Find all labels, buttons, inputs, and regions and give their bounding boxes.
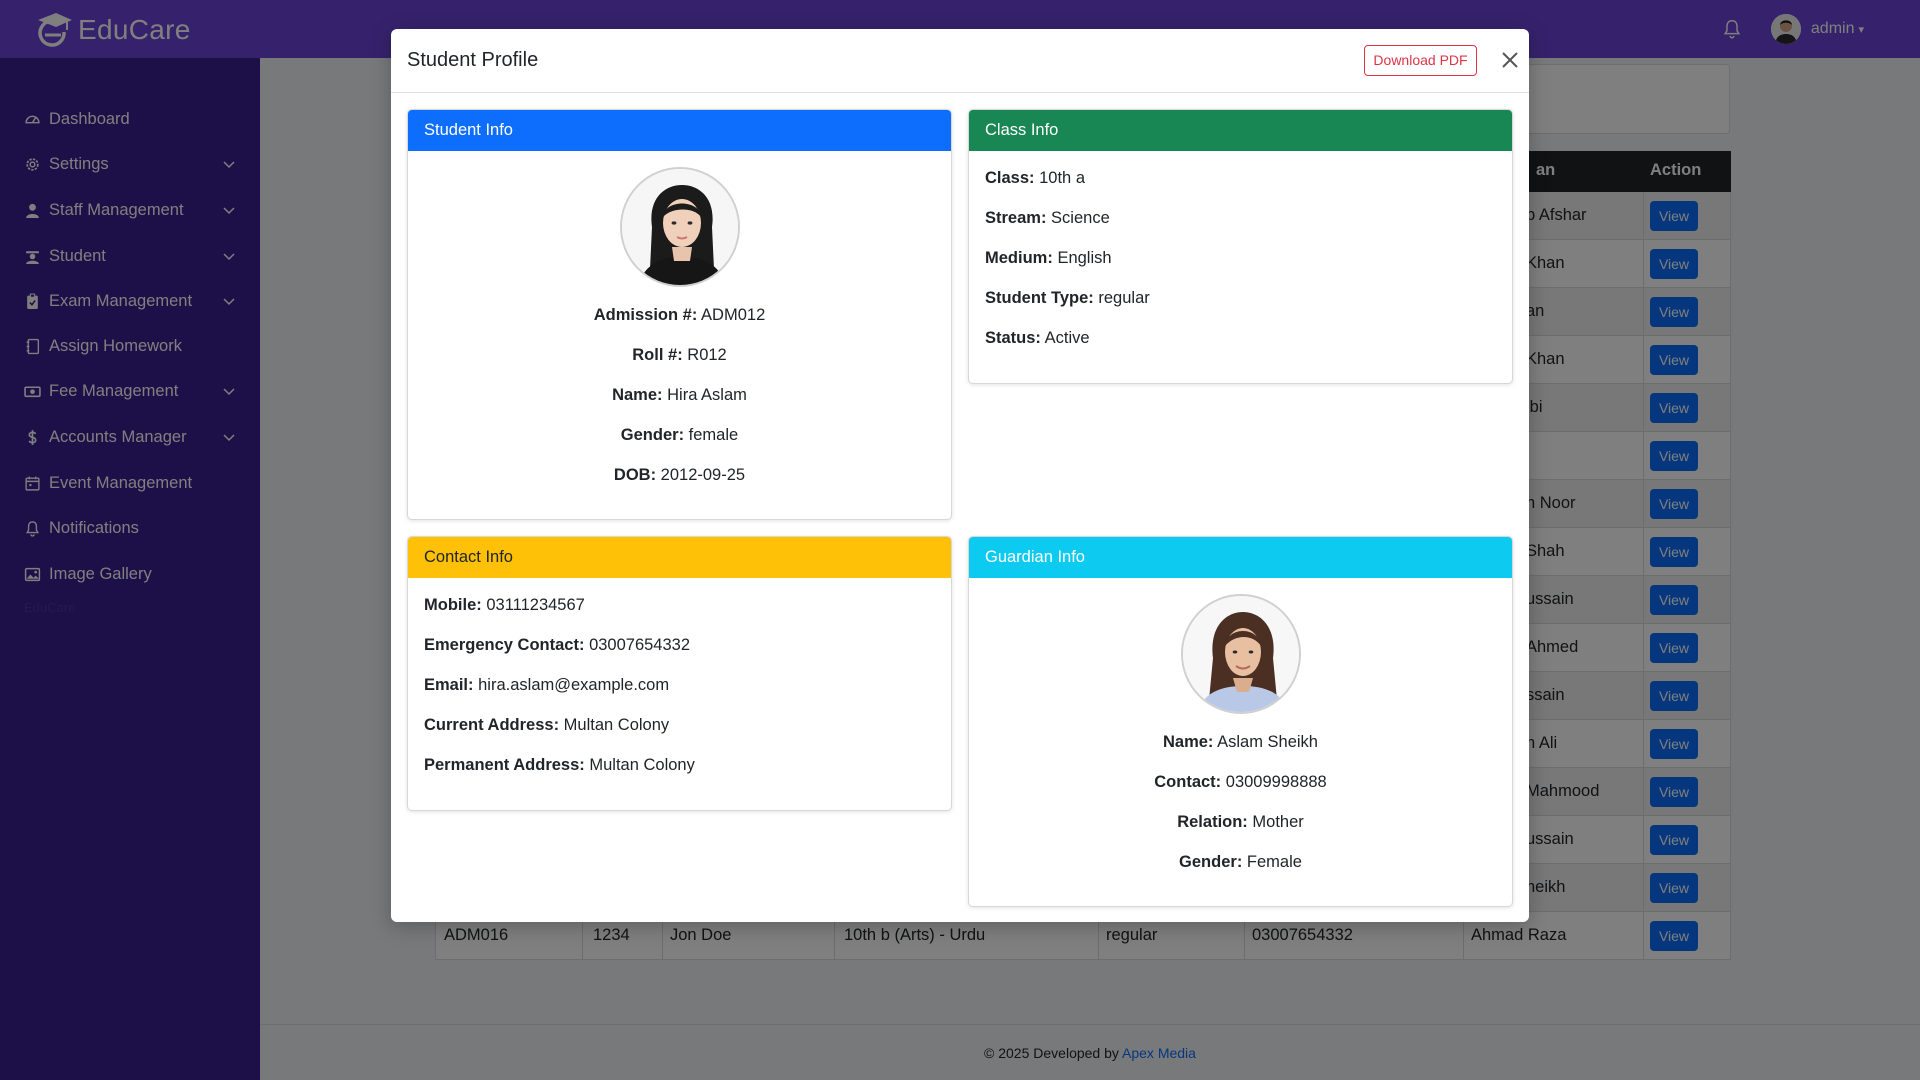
email-value: Email: hira.aslam@example.com (424, 676, 670, 694)
class-info-card: Class Info Class: 10th a Stream: Science… (968, 109, 1513, 384)
student-photo (620, 167, 740, 287)
guardian-photo (1181, 594, 1301, 714)
admission-number: Admission #: ADM012 (593, 306, 766, 324)
guardian-contact: Contact: 03009998888 (1154, 773, 1327, 791)
card-header: Contact Info (408, 537, 951, 578)
class-value: Class: 10th a (985, 169, 1085, 187)
card-header: Class Info (969, 110, 1512, 151)
permanent-address-value: Permanent Address: Multan Colony (424, 756, 695, 774)
student-profile-modal: Student Profile Download PDF Student Inf… (391, 29, 1529, 922)
status-value: Status: Active (985, 329, 1090, 347)
card-header: Student Info (408, 110, 951, 151)
guardian-name: Name: Aslam Sheikh (1162, 733, 1318, 751)
student-type-value: Student Type: regular (985, 289, 1150, 307)
student-info-card: Student Info Admission #: ADM012 Roll #:… (407, 109, 952, 520)
mobile-value: Mobile: 03111234567 (424, 596, 585, 614)
student-gender: Gender: female (620, 426, 739, 444)
guardian-info-card: Guardian Info Name: Aslam Sheikh Contact… (968, 536, 1513, 907)
roll-number: Roll #: R012 (632, 346, 727, 364)
guardian-relation: Relation: Mother (1177, 813, 1304, 831)
modal-title: Student Profile (407, 49, 539, 71)
close-icon[interactable] (1495, 45, 1525, 75)
emergency-contact-value: Emergency Contact: 03007654332 (424, 636, 691, 654)
guardian-gender: Gender: Female (1179, 853, 1302, 871)
stream-value: Stream: Science (985, 209, 1110, 227)
current-address-value: Current Address: Multan Colony (424, 716, 670, 734)
student-dob: DOB: 2012-09-25 (613, 466, 746, 484)
download-pdf-button[interactable]: Download PDF (1364, 45, 1477, 76)
student-name: Name: Hira Aslam (612, 386, 747, 404)
card-header: Guardian Info (969, 537, 1512, 578)
medium-value: Medium: English (985, 249, 1112, 267)
modal-header: Student Profile Download PDF (391, 29, 1529, 93)
contact-info-card: Contact Info Mobile: 03111234567 Emergen… (407, 536, 952, 811)
